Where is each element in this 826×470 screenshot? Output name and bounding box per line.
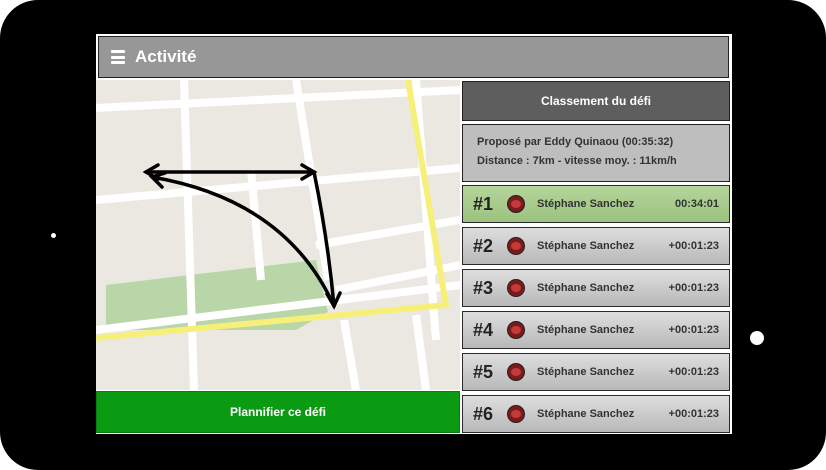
participant-name: Stéphane Sanchez <box>537 408 635 420</box>
participant-time: 00:34:01 <box>674 198 719 210</box>
participant-time: +00:01:23 <box>668 366 719 378</box>
avatar <box>507 195 525 213</box>
avatar <box>507 405 525 423</box>
participant-time: +00:01:23 <box>668 240 719 252</box>
ranking-row[interactable]: #1 Stéphane Sanchez 00:34:01 <box>462 185 730 223</box>
page-title: Activité <box>135 47 197 66</box>
ranking-row[interactable]: #5 Stéphane Sanchez +00:01:23 <box>462 353 730 391</box>
app-header: Activité <box>98 36 729 78</box>
avatar <box>507 363 525 381</box>
ranking-title: Classement du défi <box>462 81 730 121</box>
ranking-row[interactable]: #6 Stéphane Sanchez +00:01:23 <box>462 395 730 433</box>
proposed-by: Proposé par Eddy Quinaou (00:35:32) <box>477 136 674 148</box>
rank-number: #3 <box>473 277 494 298</box>
participant-time: +00:01:23 <box>668 324 719 336</box>
participant-name: Stéphane Sanchez <box>537 282 635 294</box>
rank-number: #6 <box>473 403 494 424</box>
home-button[interactable] <box>750 331 764 345</box>
participant-time: +00:01:23 <box>668 408 719 420</box>
participant-name: Stéphane Sanchez <box>537 198 635 210</box>
menu-icon[interactable] <box>111 50 125 64</box>
plan-challenge-button[interactable]: Plannifier ce défi <box>96 391 460 433</box>
rank-number: #5 <box>473 361 494 382</box>
app-screen: Activité Plannifier ce défi Classement d… <box>96 34 732 434</box>
rank-number: #1 <box>473 193 494 214</box>
distance-speed: Distance : 7km - vitesse moy. : 11km/h <box>477 155 677 167</box>
ranking-panel: Classement du défi Proposé par Eddy Quin… <box>461 80 732 434</box>
participant-name: Stéphane Sanchez <box>537 366 635 378</box>
challenge-info: Proposé par Eddy Quinaou (00:35:32) Dist… <box>462 124 730 182</box>
participant-name: Stéphane Sanchez <box>537 240 635 252</box>
rank-number: #2 <box>473 235 494 256</box>
ranking-row[interactable]: #2 Stéphane Sanchez +00:01:23 <box>462 227 730 265</box>
map-svg <box>96 80 460 390</box>
rank-number: #4 <box>473 319 494 340</box>
ranking-row[interactable]: #3 Stéphane Sanchez +00:01:23 <box>462 269 730 307</box>
front-camera <box>51 233 56 238</box>
avatar <box>507 279 525 297</box>
avatar <box>507 237 525 255</box>
ranking-row[interactable]: #4 Stéphane Sanchez +00:01:23 <box>462 311 730 349</box>
participant-name: Stéphane Sanchez <box>537 324 635 336</box>
avatar <box>507 321 525 339</box>
route-map[interactable] <box>96 80 460 390</box>
participant-time: +00:01:23 <box>668 282 719 294</box>
